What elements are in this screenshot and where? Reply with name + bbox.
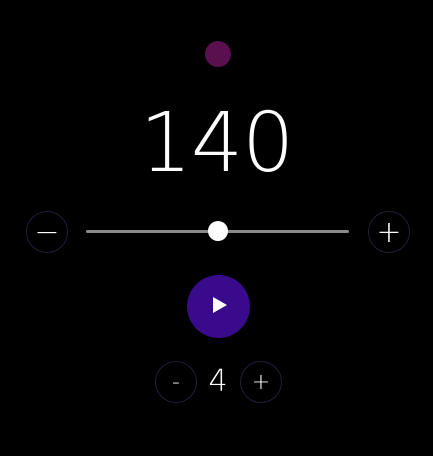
play-icon — [209, 296, 228, 317]
beats-per-measure: 4 — [208, 364, 228, 399]
slider-thumb[interactable] — [207, 221, 228, 241]
beat-indicator — [205, 41, 231, 67]
play-button[interactable] — [187, 275, 250, 338]
beats-increase-button[interactable]: + — [240, 361, 282, 403]
tempo-value: 140 — [139, 96, 295, 191]
tempo-slider[interactable] — [86, 221, 349, 243]
tempo-increase-button[interactable]: + — [368, 211, 410, 253]
beats-decrease-button[interactable]: - — [155, 361, 197, 403]
tempo-decrease-button[interactable]: − — [26, 211, 68, 253]
